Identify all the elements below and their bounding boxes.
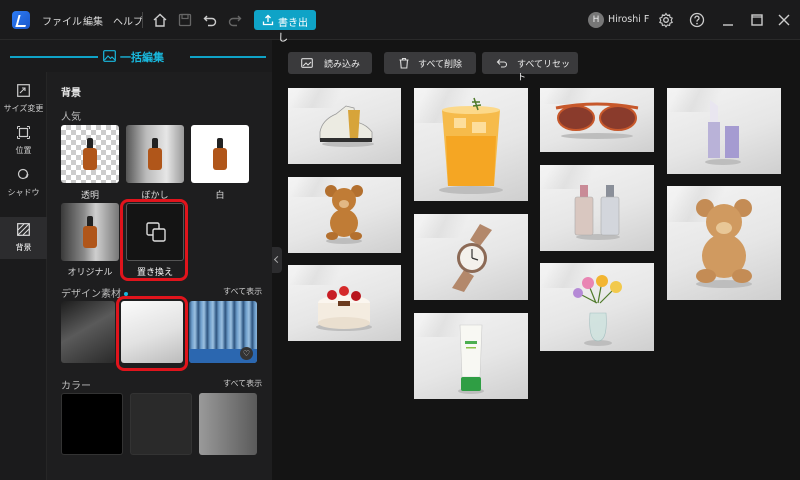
bg-option-transparent[interactable] bbox=[61, 125, 119, 183]
export-button[interactable]: 書き出し bbox=[254, 10, 316, 44]
design-thumb-selected[interactable] bbox=[121, 301, 183, 363]
photo-sunglasses[interactable] bbox=[540, 88, 654, 152]
nav-item-resize[interactable]: サイズ変更 bbox=[0, 78, 47, 120]
photo-sneaker[interactable] bbox=[288, 88, 401, 164]
left-nav: サイズ変更 位置 シャドウ 背景 bbox=[0, 72, 47, 480]
photo-flowers[interactable] bbox=[540, 263, 654, 351]
close-icon[interactable] bbox=[776, 12, 792, 28]
toolbar-divider bbox=[142, 12, 143, 28]
title-bar: ファイル 編集 ヘルプ 書き出し H Hiroshi F bbox=[0, 0, 800, 44]
nav-label: 位置 bbox=[15, 146, 32, 155]
teddy-bear-image bbox=[325, 185, 363, 244]
photo-orange-drink[interactable] bbox=[414, 88, 528, 201]
perfume-bottles-image bbox=[574, 185, 620, 240]
settings-icon[interactable] bbox=[658, 12, 674, 28]
photo-watch[interactable] bbox=[414, 214, 528, 300]
shadow-icon bbox=[17, 168, 29, 180]
nav-item-shadow[interactable]: シャドウ bbox=[0, 162, 47, 204]
photo-teddy-small[interactable] bbox=[288, 177, 401, 253]
flower-vase-image bbox=[573, 275, 622, 346]
photo-cake[interactable] bbox=[288, 265, 401, 341]
bg-option-replace[interactable] bbox=[126, 203, 184, 261]
app-logo bbox=[12, 11, 30, 29]
import-button[interactable]: 読み込み bbox=[288, 52, 372, 74]
design-thumb[interactable] bbox=[61, 301, 115, 363]
design-thumb[interactable]: ♡ bbox=[189, 301, 257, 363]
bg-option-white[interactable] bbox=[191, 125, 249, 183]
color-show-all-link[interactable]: すべて表示 bbox=[223, 378, 262, 389]
position-icon bbox=[17, 126, 30, 139]
resize-icon bbox=[17, 84, 30, 97]
nav-label: シャドウ bbox=[7, 188, 40, 197]
trash-icon bbox=[399, 57, 409, 69]
panel-header: 一括編集 bbox=[0, 40, 272, 72]
header-accent-line bbox=[10, 56, 98, 58]
nav-label: 背景 bbox=[15, 243, 32, 252]
maximize-icon[interactable] bbox=[749, 12, 765, 28]
design-heading-text: デザイン素材 bbox=[61, 289, 121, 300]
minimize-icon[interactable] bbox=[720, 12, 736, 28]
sneaker-image bbox=[319, 105, 374, 147]
bg-option-label: 透明 bbox=[80, 191, 99, 201]
nav-item-background[interactable]: 背景 bbox=[0, 217, 47, 259]
undo-icon[interactable] bbox=[202, 12, 218, 28]
photo-lipstick[interactable] bbox=[667, 88, 781, 174]
product-bottle bbox=[213, 138, 227, 170]
cake-image bbox=[316, 286, 372, 331]
help-icon[interactable] bbox=[689, 12, 705, 28]
favorite-icon[interactable]: ♡ bbox=[240, 347, 253, 360]
bg-option-label: 白 bbox=[215, 191, 225, 201]
bg-option-original[interactable] bbox=[61, 203, 119, 261]
color-swatch-black[interactable] bbox=[61, 393, 123, 455]
menu-help[interactable]: ヘルプ bbox=[113, 13, 143, 28]
bg-option-label: オリジナル bbox=[67, 268, 113, 278]
drink-glass-image bbox=[439, 97, 503, 194]
bg-option-label: 置き換え bbox=[136, 268, 173, 278]
bg-option-blur[interactable] bbox=[126, 125, 184, 183]
lipstick-image bbox=[705, 100, 741, 165]
popular-heading: 人気 bbox=[61, 112, 81, 123]
home-icon[interactable] bbox=[152, 12, 168, 28]
nav-item-position[interactable]: 位置 bbox=[0, 120, 47, 162]
product-bottle bbox=[83, 138, 97, 170]
product-bottle bbox=[83, 216, 97, 248]
background-heading: 背景 bbox=[61, 88, 81, 99]
color-swatch-gradient-gray[interactable] bbox=[199, 393, 257, 455]
user-name[interactable]: Hiroshi F bbox=[608, 14, 649, 25]
menu-file[interactable]: ファイル bbox=[42, 13, 82, 28]
product-bottle bbox=[148, 138, 162, 170]
replace-icon bbox=[146, 222, 166, 242]
color-swatch-dark-gray[interactable] bbox=[130, 393, 192, 455]
import-label: 読み込み bbox=[324, 60, 361, 70]
photo-teddy-large[interactable] bbox=[667, 186, 781, 300]
import-icon bbox=[301, 58, 313, 68]
cream-tube-image bbox=[458, 324, 484, 394]
export-label: 書き出し bbox=[278, 18, 308, 44]
panel-title-text: 一括編集 bbox=[120, 51, 164, 64]
watch-image bbox=[452, 224, 492, 292]
upload-icon bbox=[262, 14, 274, 26]
redo-icon[interactable] bbox=[227, 12, 243, 28]
sunglasses-image bbox=[555, 102, 639, 139]
background-icon bbox=[17, 223, 30, 236]
reset-all-label: すべてリセット bbox=[517, 60, 571, 83]
reset-icon bbox=[496, 59, 508, 68]
photo-perfume[interactable] bbox=[540, 165, 654, 251]
teddy-bear-image bbox=[696, 199, 752, 288]
nav-label: サイズ変更 bbox=[3, 104, 44, 113]
menu-edit[interactable]: 編集 bbox=[83, 13, 103, 28]
design-show-all-link[interactable]: すべて表示 bbox=[223, 286, 262, 297]
panel-collapse-handle[interactable] bbox=[272, 247, 282, 273]
delete-all-label: すべて削除 bbox=[418, 60, 463, 70]
photo-tube[interactable] bbox=[414, 313, 528, 399]
save-icon[interactable] bbox=[177, 12, 193, 28]
settings-panel: 背景 人気 透明 ぼかし 白 オリジナル 置き換え デザイン素材 すべて表示 ♡… bbox=[47, 72, 272, 480]
avatar[interactable]: H bbox=[588, 12, 604, 28]
reset-all-button[interactable]: すべてリセット bbox=[482, 52, 578, 83]
header-accent-line bbox=[190, 56, 266, 58]
image-icon bbox=[103, 50, 116, 62]
color-heading: カラー bbox=[61, 381, 91, 392]
delete-all-button[interactable]: すべて削除 bbox=[384, 52, 476, 74]
